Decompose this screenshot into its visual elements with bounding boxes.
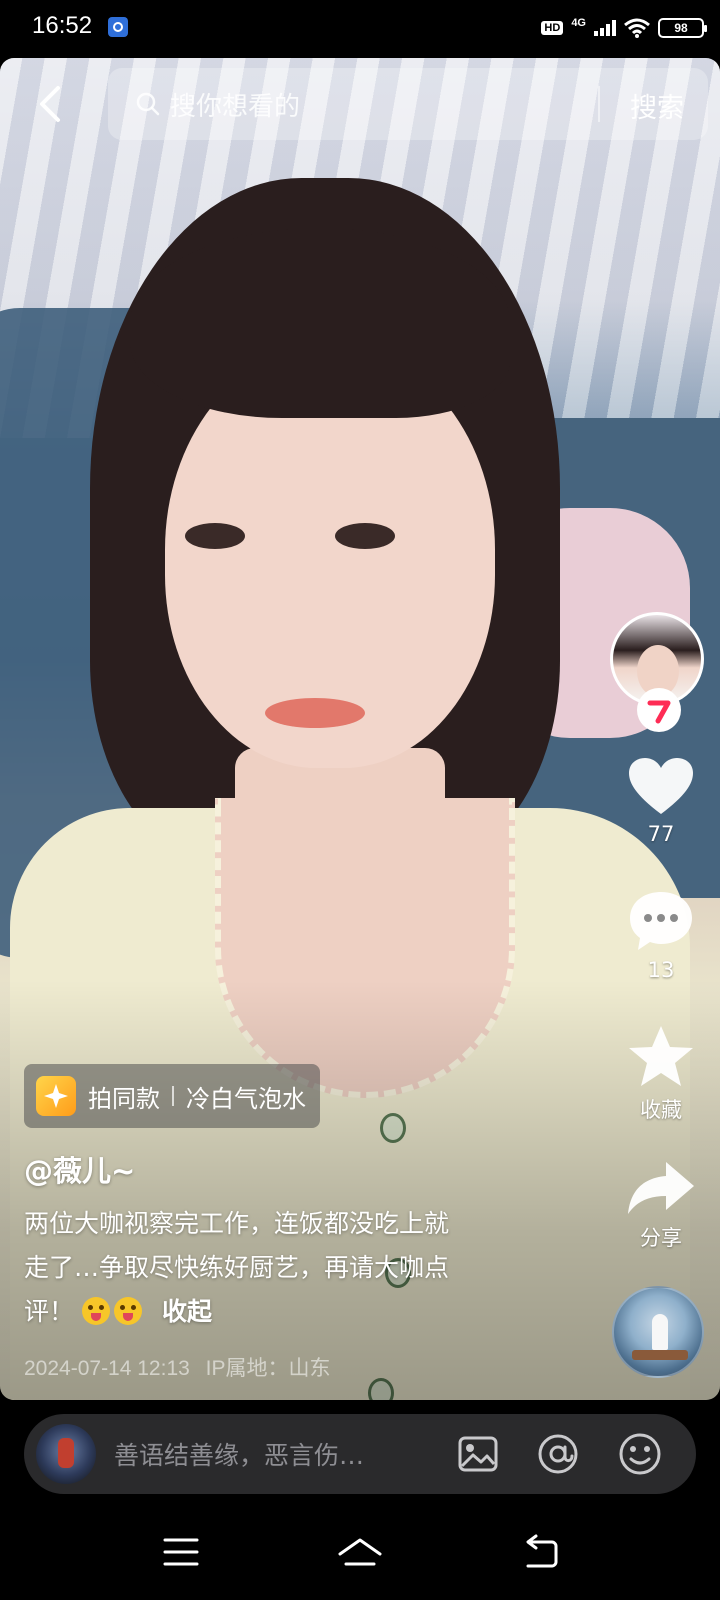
search-button[interactable]: 搜索 bbox=[630, 86, 684, 125]
tongue-emoji-icon bbox=[113, 1297, 142, 1325]
comment-button[interactable]: 13 bbox=[616, 890, 706, 982]
battery-icon: 98 bbox=[658, 18, 707, 38]
comment-count: 13 bbox=[647, 958, 675, 982]
tongue-emoji-icon bbox=[81, 1297, 110, 1325]
video-scene-lips bbox=[265, 698, 365, 728]
like-count: 77 bbox=[647, 822, 675, 846]
back-nav-icon[interactable] bbox=[516, 1528, 564, 1576]
caption-line: 评！ bbox=[24, 1297, 75, 1326]
back-arrow-icon bbox=[40, 86, 60, 122]
share-label: 分享 bbox=[640, 1226, 682, 1250]
hd-badge: HD bbox=[541, 21, 564, 35]
search-input[interactable]: 搜你想看的 bbox=[170, 86, 300, 123]
video-scene-eye-left bbox=[185, 523, 245, 549]
network-type-label: 4G bbox=[571, 17, 586, 29]
heart-icon bbox=[629, 758, 693, 814]
at-icon[interactable] bbox=[536, 1432, 580, 1476]
comment-bubble-icon bbox=[630, 892, 692, 950]
my-avatar bbox=[36, 1424, 96, 1484]
video-scene-eye-right bbox=[335, 523, 395, 549]
collapse-button[interactable]: 收起 bbox=[162, 1297, 212, 1326]
music-disc-figure bbox=[652, 1314, 668, 1350]
post-meta: 2024-07-14 12:13 IP属地：山东 bbox=[24, 1352, 331, 1382]
share-button[interactable]: 分享 bbox=[616, 1158, 706, 1252]
favorite-label: 收藏 bbox=[640, 1098, 682, 1122]
follow-plus-icon bbox=[647, 700, 671, 724]
back-button[interactable] bbox=[30, 82, 74, 126]
like-button[interactable]: 77 bbox=[616, 756, 706, 846]
share-arrow-icon bbox=[628, 1162, 694, 1214]
system-nav-bar bbox=[0, 1504, 720, 1600]
search-icon bbox=[136, 92, 160, 116]
follow-button[interactable] bbox=[637, 688, 681, 732]
home-icon[interactable] bbox=[336, 1528, 384, 1576]
comment-input-bar[interactable]: 善语结善缘，恶言伤… bbox=[24, 1414, 696, 1494]
comment-input[interactable]: 善语结善缘，恶言伤… bbox=[114, 1436, 364, 1472]
favorite-button[interactable]: 收藏 bbox=[616, 1024, 706, 1124]
same-style-label: 拍同款 bbox=[88, 1084, 160, 1113]
video-caption: 两位大咖视察完工作，连饭都没吃上就 走了…争取尽快练好厨艺，再请大咖点 评！ 收… bbox=[24, 1202, 544, 1334]
search-divider bbox=[598, 86, 600, 122]
post-timestamp: 2024-07-14 12:13 bbox=[24, 1357, 190, 1380]
status-time: 16:52 bbox=[32, 12, 93, 39]
search-bar[interactable]: 搜你想看的 搜索 bbox=[108, 68, 708, 140]
sparkle-icon bbox=[36, 1076, 76, 1116]
star-icon bbox=[629, 1026, 693, 1086]
ip-location: IP属地：山东 bbox=[205, 1357, 331, 1380]
status-indicators: HD 4G 98 bbox=[541, 14, 707, 42]
signal-icon bbox=[594, 20, 616, 36]
video-player[interactable] bbox=[0, 58, 720, 1400]
smiley-icon[interactable] bbox=[618, 1432, 662, 1476]
notification-app-icon bbox=[108, 17, 128, 37]
video-scene-bangs bbox=[130, 228, 510, 418]
caption-line-last: 评！ 收起 bbox=[24, 1290, 544, 1334]
caption-line: 走了…争取尽快练好厨艺，再请大咖点 bbox=[24, 1253, 450, 1282]
caption-line: 两位大咖视察完工作，连饭都没吃上就 bbox=[24, 1209, 450, 1238]
music-disc-deck bbox=[632, 1350, 688, 1360]
menu-icon[interactable] bbox=[157, 1528, 205, 1576]
music-disc[interactable] bbox=[612, 1286, 704, 1378]
status-bar: 16:52 HD 4G 98 bbox=[0, 0, 720, 58]
same-style-chip[interactable]: 拍同款 冷白气泡水 bbox=[24, 1064, 320, 1128]
image-icon[interactable] bbox=[456, 1432, 500, 1476]
wifi-icon bbox=[624, 18, 650, 38]
same-style-song: 冷白气泡水 bbox=[186, 1084, 306, 1113]
same-style-divider bbox=[172, 1086, 174, 1106]
author-name[interactable]: @薇儿~ bbox=[24, 1148, 135, 1190]
